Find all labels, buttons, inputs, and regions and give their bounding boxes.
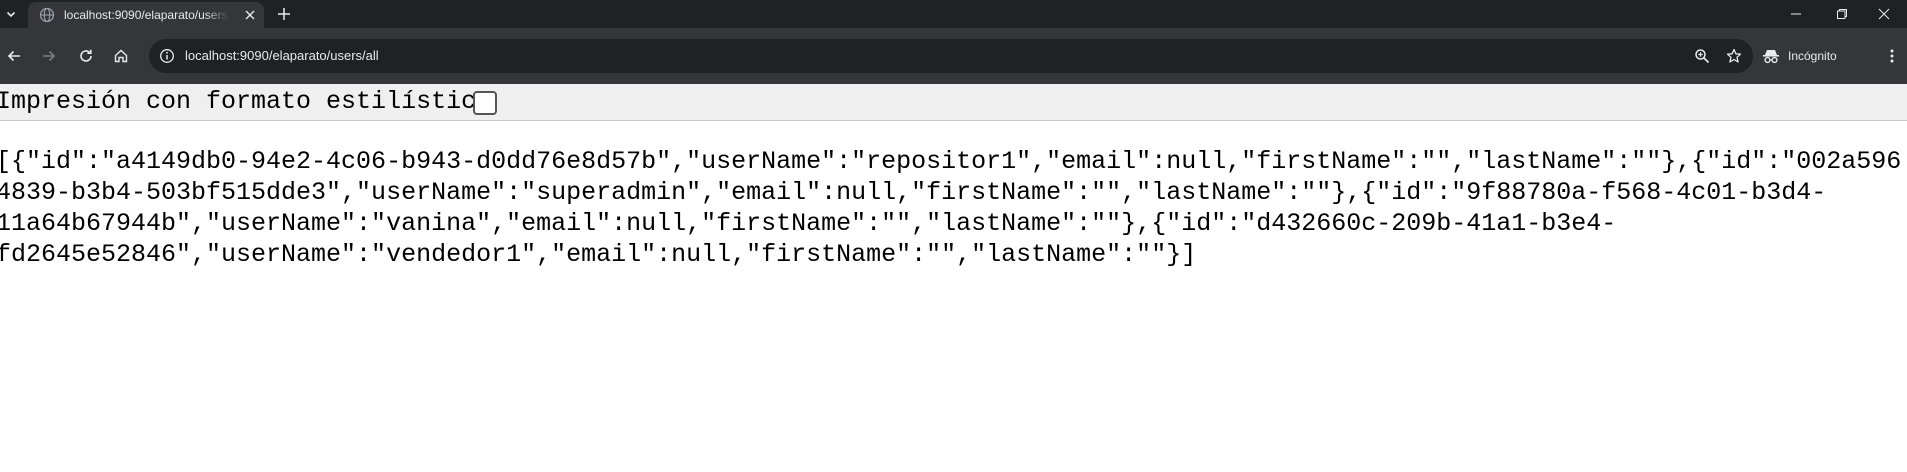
close-window-icon[interactable]	[1861, 0, 1907, 28]
pretty-print-bar: Impresión con formato estilístico	[0, 84, 1907, 121]
tab-title: localhost:9090/elaparato/users/all	[64, 8, 229, 22]
json-response: [{"id":"a4149db0-94e2-4c06-b943-d0dd76e8…	[0, 146, 1907, 270]
json-line: fd2645e52846","userName":"vendedor1","em…	[0, 240, 1197, 269]
restore-icon[interactable]	[1819, 0, 1865, 28]
browser-toolbar: localhost:9090/elaparato/users/all Incóg…	[0, 28, 1907, 84]
tab-close-icon[interactable]	[242, 7, 258, 23]
reload-icon[interactable]	[74, 44, 98, 68]
url-text[interactable]: localhost:9090/elaparato/users/all	[185, 48, 379, 63]
pretty-print-checkbox[interactable]	[473, 91, 497, 115]
home-icon[interactable]	[109, 44, 133, 68]
globe-icon	[39, 7, 55, 23]
incognito-label: Incógnito	[1788, 49, 1837, 63]
pretty-print-label: Impresión con formato estilístico	[0, 87, 492, 116]
incognito-icon	[1762, 48, 1780, 64]
more-menu-icon[interactable]	[1882, 44, 1902, 68]
tab-strip: localhost:9090/elaparato/users/all	[0, 0, 1907, 28]
json-line: 11a64b67944b","userName":"vanina","email…	[0, 209, 1617, 238]
site-info-icon[interactable]	[157, 46, 177, 66]
address-bar[interactable]: localhost:9090/elaparato/users/all	[149, 39, 1753, 73]
new-tab-plus-icon[interactable]	[274, 4, 294, 24]
json-line: 4839-b3b4-503bf515dde3","userName":"supe…	[0, 178, 1827, 207]
minimize-icon[interactable]	[1773, 0, 1819, 28]
json-line: [{"id":"a4149db0-94e2-4c06-b943-d0dd76e8…	[0, 147, 1903, 176]
forward-arrow-icon[interactable]	[37, 44, 61, 68]
bookmark-star-icon[interactable]	[1724, 46, 1744, 66]
zoom-icon[interactable]	[1692, 46, 1712, 66]
tab-search-chevron-icon[interactable]	[0, 2, 22, 26]
back-arrow-icon[interactable]	[2, 44, 26, 68]
active-tab[interactable]: localhost:9090/elaparato/users/all	[28, 2, 264, 28]
incognito-indicator[interactable]: Incógnito	[1762, 44, 1837, 68]
